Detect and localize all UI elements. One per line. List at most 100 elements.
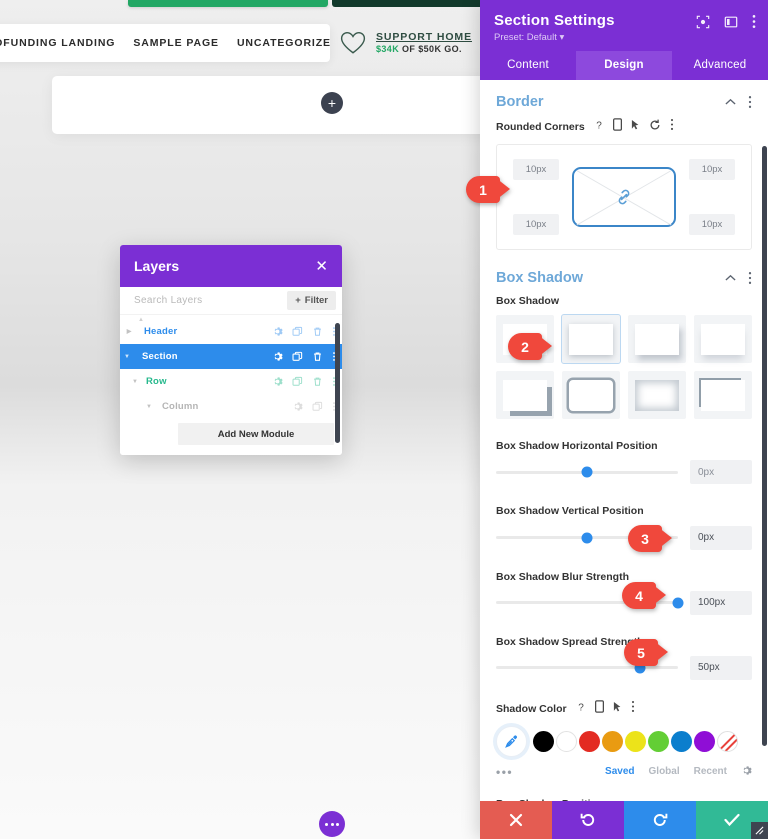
responsive-mobile-icon[interactable] <box>612 118 622 136</box>
search-layers-input[interactable]: Search Layers <box>134 295 202 306</box>
step-marker-2: 2 <box>508 333 552 360</box>
trash-icon[interactable] <box>312 376 323 387</box>
swatch-transparent[interactable] <box>717 730 738 752</box>
chevron-up-icon[interactable] <box>725 98 736 106</box>
layer-row-column[interactable]: ▼ Column <box>120 394 342 419</box>
duplicate-icon[interactable] <box>292 326 303 337</box>
box-shadow-horizontal-value[interactable]: 0px <box>690 460 752 485</box>
box-shadow-preset-top-left-edge[interactable] <box>694 371 752 420</box>
help-icon[interactable]: ? <box>594 118 604 136</box>
border-section-header[interactable]: Border <box>480 80 768 118</box>
box-shadow-preset-inner[interactable] <box>628 371 686 420</box>
layout-toggle-icon[interactable] <box>724 15 738 34</box>
swatch-yellow[interactable] <box>625 730 646 752</box>
box-shadow-preset-diffuse[interactable] <box>694 315 752 364</box>
more-vertical-icon[interactable] <box>670 118 674 136</box>
box-shadow-preset-hard-corner[interactable] <box>496 371 554 420</box>
swatch-red[interactable] <box>579 730 600 752</box>
duplicate-icon[interactable] <box>292 376 303 387</box>
shadow-color-label: Shadow Color <box>496 702 567 715</box>
gear-icon[interactable] <box>292 401 303 412</box>
layer-row-header[interactable]: ▶ Header <box>120 319 342 344</box>
tab-content[interactable]: Content <box>480 51 576 80</box>
tab-advanced[interactable]: Advanced <box>672 51 768 80</box>
swatch-purple[interactable] <box>694 730 715 752</box>
duplicate-icon[interactable] <box>312 401 323 412</box>
settings-scrollbar[interactable] <box>762 146 767 746</box>
box-shadow-preset-grid <box>496 314 752 420</box>
gear-icon[interactable] <box>272 376 283 387</box>
box-shadow-section-header[interactable]: Box Shadow <box>480 250 768 294</box>
more-vertical-icon[interactable] <box>748 95 752 109</box>
undo-button[interactable] <box>552 801 624 839</box>
link-corners-icon[interactable] <box>614 187 634 207</box>
chevron-up-icon[interactable] <box>725 274 736 282</box>
box-shadow-preset-bottom-offset[interactable] <box>628 315 686 364</box>
slider-knob[interactable] <box>672 597 684 609</box>
filter-button[interactable]: + Filter <box>287 291 336 310</box>
reset-icon[interactable] <box>649 118 661 136</box>
palette-tab-global[interactable]: Global <box>649 766 680 777</box>
more-vertical-icon[interactable] <box>748 271 752 285</box>
box-shadow-blur-value[interactable]: 100px <box>690 590 752 615</box>
nav-link-uncategorized[interactable]: UNCATEGORIZED <box>237 37 330 49</box>
layers-scrollbar[interactable] <box>335 323 340 443</box>
swatch-orange[interactable] <box>602 730 623 752</box>
gear-icon[interactable] <box>272 351 283 362</box>
close-icon[interactable]: ✕ <box>315 259 328 274</box>
add-new-module-button[interactable]: Add New Module <box>178 423 334 445</box>
palette-tab-recent[interactable]: Recent <box>694 766 727 777</box>
trash-icon[interactable] <box>312 351 323 362</box>
box-shadow-preset-soft-outer[interactable] <box>561 314 621 365</box>
gear-icon[interactable] <box>272 326 283 337</box>
box-shadow-vertical-value[interactable]: 0px <box>690 525 752 550</box>
redo-button[interactable] <box>624 801 696 839</box>
slider-knob[interactable] <box>581 466 593 478</box>
more-vertical-icon[interactable] <box>631 700 635 718</box>
box-shadow-spread-value[interactable]: 50px <box>690 655 752 680</box>
step-marker-label: 2 <box>508 333 542 360</box>
palette-tab-saved[interactable]: Saved <box>605 766 634 777</box>
swatch-green[interactable] <box>648 730 669 752</box>
eyedropper-button[interactable] <box>496 725 527 757</box>
green-progress-bar <box>128 0 328 7</box>
more-vertical-icon[interactable] <box>752 14 756 34</box>
swatch-black[interactable] <box>533 730 554 752</box>
trash-icon[interactable] <box>312 326 323 337</box>
corner-top-right-input[interactable]: 10px <box>689 159 735 180</box>
nav-link-sample-page[interactable]: SAMPLE PAGE <box>133 37 219 49</box>
nav-link-crowdfunding-landing[interactable]: WDFUNDING LANDING <box>0 37 115 49</box>
search-icon[interactable] <box>696 15 710 34</box>
hover-cursor-icon[interactable] <box>613 700 622 718</box>
help-icon[interactable]: ? <box>576 700 586 718</box>
corner-top-left-input[interactable]: 10px <box>513 159 559 180</box>
corner-bottom-left-input[interactable]: 10px <box>513 214 559 235</box>
support-home-title[interactable]: SUPPORT HOME <box>376 31 472 44</box>
swatch-white[interactable] <box>556 730 577 752</box>
swatch-blue[interactable] <box>671 730 692 752</box>
corner-bottom-right-input[interactable]: 10px <box>689 214 735 235</box>
chevron-down-icon[interactable]: ▼ <box>120 354 134 360</box>
responsive-mobile-icon[interactable] <box>594 700 604 718</box>
resize-handle[interactable] <box>751 822 768 839</box>
slider-knob[interactable] <box>581 532 593 544</box>
builder-menu-fab[interactable] <box>319 811 345 837</box>
box-shadow-horizontal-slider[interactable] <box>496 466 678 478</box>
plus-icon: + <box>295 295 301 306</box>
box-shadow-preset-outline[interactable] <box>562 371 620 420</box>
chevron-down-icon[interactable]: ▼ <box>128 379 142 385</box>
layer-row-row[interactable]: ▼ Row <box>120 369 342 394</box>
chevron-right-icon[interactable]: ▶ <box>122 328 136 335</box>
layer-row-section[interactable]: ▼ Section <box>120 344 342 369</box>
duplicate-icon[interactable] <box>292 351 303 362</box>
layer-actions <box>272 351 336 362</box>
hover-cursor-icon[interactable] <box>631 118 640 136</box>
cancel-button[interactable] <box>480 801 552 839</box>
step-marker-4: 4 <box>622 582 666 609</box>
add-section-button[interactable]: + <box>321 92 343 114</box>
tab-design[interactable]: Design <box>576 51 672 80</box>
gear-icon[interactable] <box>741 765 752 779</box>
box-shadow-spread-slider[interactable] <box>496 662 678 674</box>
chevron-down-icon[interactable]: ▼ <box>142 404 156 410</box>
more-colors-button[interactable]: ••• <box>496 765 513 779</box>
